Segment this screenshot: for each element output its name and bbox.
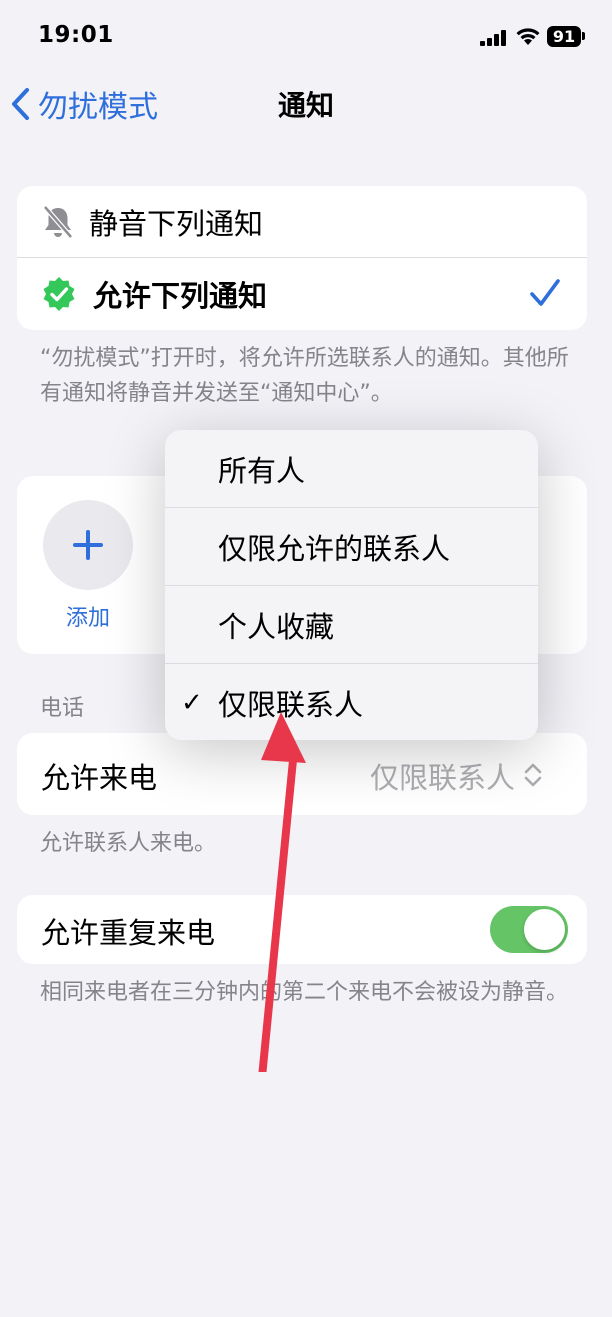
chevron-left-icon bbox=[12, 88, 29, 120]
menu-item-allowed-contacts[interactable]: 仅限允许的联系人 bbox=[165, 508, 538, 585]
battery-icon: 91 bbox=[547, 26, 581, 47]
allow-calls-label: 允许来电 bbox=[41, 761, 158, 795]
menu-item-everyone[interactable]: 所有人 bbox=[165, 430, 538, 507]
silence-notifications-option[interactable]: 静音下列通知 bbox=[17, 186, 587, 258]
checkmark-icon bbox=[530, 279, 560, 306]
allow-notifications-option[interactable]: 允许下列通知 bbox=[17, 258, 587, 330]
allow-calls-row[interactable]: 允许来电 仅限联系人 bbox=[17, 733, 587, 815]
allow-calls-value: 仅限联系人 bbox=[369, 761, 515, 795]
status-time: 19:01 bbox=[38, 22, 114, 48]
toggle-knob bbox=[524, 909, 565, 950]
back-button[interactable]: 勿扰模式 bbox=[10, 82, 158, 126]
allow-calls-menu: 所有人 仅限允许的联系人 个人收藏 ✓ 仅限联系人 bbox=[165, 430, 538, 740]
menu-item-favorites[interactable]: 个人收藏 bbox=[165, 586, 538, 663]
repeat-calls-footer: 相同来电者在三分钟内的第二个来电不会被设为静音。 bbox=[40, 980, 569, 1005]
menu-item-label: 仅限联系人 bbox=[218, 687, 364, 722]
plus-icon bbox=[73, 530, 103, 560]
battery-tip bbox=[582, 32, 585, 40]
allow-calls-footer: 允许联系人来电。 bbox=[40, 831, 217, 856]
notification-mode-list: 静音下列通知 允许下列通知 bbox=[17, 186, 587, 330]
repeat-calls-toggle[interactable] bbox=[490, 906, 568, 953]
mode-description: “勿扰模式”打开时，将允许所选联系人的通知。其他所有通知将静音并发送至“通知中心… bbox=[40, 346, 569, 406]
menu-item-label: 仅限允许的联系人 bbox=[218, 531, 451, 566]
cellular-signal-icon bbox=[480, 30, 510, 46]
wifi-icon bbox=[515, 26, 541, 46]
chevron-up-down-icon bbox=[524, 763, 542, 787]
repeat-calls-label: 允许重复来电 bbox=[41, 916, 216, 950]
menu-item-label: 个人收藏 bbox=[218, 609, 335, 644]
menu-item-contacts-only[interactable]: ✓ 仅限联系人 bbox=[165, 664, 538, 740]
back-label: 勿扰模式 bbox=[38, 90, 158, 125]
add-person-label[interactable]: 添加 bbox=[43, 600, 133, 632]
bell-slash-icon bbox=[43, 205, 73, 239]
menu-item-label: 所有人 bbox=[218, 453, 306, 488]
verified-badge-icon bbox=[43, 277, 75, 311]
menu-check-icon: ✓ bbox=[181, 687, 203, 718]
section-header-calls: 电话 bbox=[40, 696, 85, 721]
add-person-button[interactable] bbox=[43, 500, 133, 590]
allow-option-label: 允许下列通知 bbox=[93, 279, 268, 313]
silence-option-label: 静音下列通知 bbox=[89, 207, 264, 241]
